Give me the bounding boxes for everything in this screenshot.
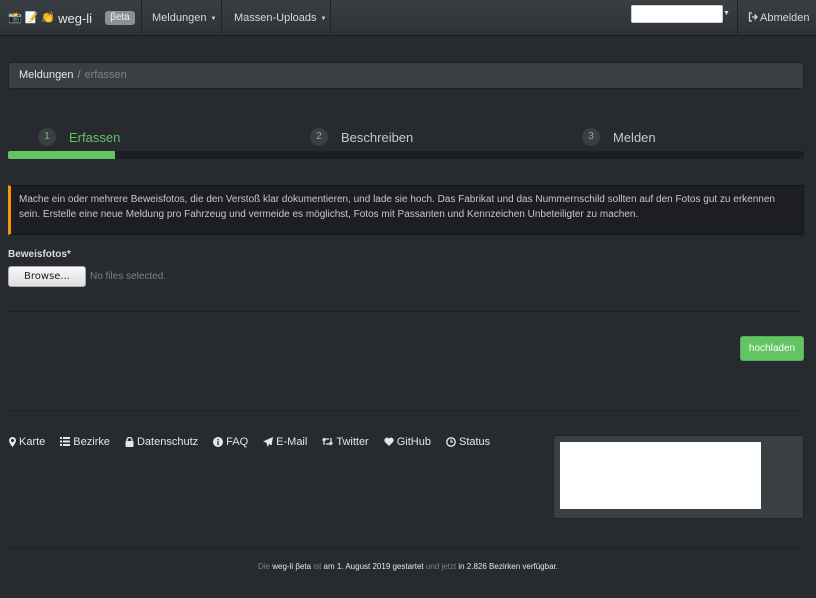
footer-link-label: Status [458, 435, 491, 448]
footer-link-label: Twitter [336, 435, 369, 448]
step-capture: 1 Erfassen [38, 128, 120, 146]
clock-icon [446, 436, 456, 447]
photos-field-label: Beweisfotos* [8, 249, 71, 260]
memo-icon: 📝 [24, 12, 39, 24]
reports-menu[interactable]: Meldungen ▼ [152, 0, 216, 36]
footer-link-github[interactable]: GitHub [384, 436, 431, 448]
caret-down-icon: ▼ [210, 16, 217, 22]
form-divider [8, 311, 804, 312]
step-number: 1 [38, 128, 56, 146]
navbar: 📸 📝 👏 weg-li βeta Meldungen ▼ Massen-Uplo… [0, 0, 816, 36]
clapping-hands-icon: 👏 [41, 12, 56, 24]
logout-link[interactable]: Abmelden [748, 0, 810, 36]
info-circle-icon [213, 436, 224, 447]
caret-down-icon: ▼ [320, 16, 327, 22]
step-number: 3 [582, 128, 600, 146]
logout-label: Abmelden [760, 12, 810, 24]
tagline-part: jetzt [441, 562, 457, 571]
instructions-alert: Mache ein oder mehrere Beweisfotos, die … [8, 185, 804, 235]
no-files-text: No files selected. [90, 271, 167, 282]
tagline-launch-date: am 1. August 2019 gestartet [323, 562, 424, 571]
step-label: Melden [613, 129, 656, 145]
breadcrumb: Meldungen / erfassen [8, 62, 804, 89]
footer-link-label: FAQ [226, 435, 249, 448]
district-map[interactable] [560, 442, 761, 509]
footer-link-districts[interactable]: Bezirke [60, 436, 110, 448]
step-describe: 2 Beschreiben [310, 128, 413, 146]
footer-link-map[interactable]: Karte [9, 436, 45, 448]
select-caret-icon: ▼ [723, 10, 730, 17]
bulk-upload-menu[interactable]: Massen-Uploads ▼ [234, 0, 327, 36]
step-number: 2 [310, 128, 328, 146]
language-select[interactable] [631, 5, 723, 23]
footer-link-privacy[interactable]: Datenschutz [125, 436, 198, 448]
tagline-district-count: in 2.826 Bezirken verfügbar [458, 562, 556, 571]
tagline-period: . [555, 562, 558, 571]
beta-badge: βeta [105, 11, 135, 25]
reports-menu-label: Meldungen [152, 12, 207, 24]
tagline-part: und [425, 562, 440, 571]
footer-link-label: Bezirke [73, 435, 110, 448]
nav-divider [141, 0, 142, 36]
footer-link-email[interactable]: E-Mail [263, 436, 307, 448]
footer-tagline: Die weg-li βeta ist am 1. August 2019 ge… [0, 562, 816, 571]
bottom-divider [8, 547, 804, 548]
retweet-icon [322, 437, 334, 446]
progress-bar-fill [8, 151, 116, 159]
breadcrumb-reports-link[interactable]: Meldungen [19, 69, 73, 81]
tagline-part: Die [257, 562, 270, 571]
footer-link-status[interactable]: Status [446, 436, 490, 448]
step-label: Erfassen [69, 129, 121, 145]
bulk-upload-menu-label: Massen-Uploads [234, 12, 317, 24]
tagline-part: ist [313, 562, 322, 571]
sign-out-icon [748, 12, 758, 22]
progress-bar [8, 151, 804, 159]
footer-link-label: Datenschutz [136, 435, 199, 448]
breadcrumb-current: erfassen [84, 69, 127, 81]
tagline-brand: weg-li βeta [272, 562, 312, 571]
brand-name: weg-li [58, 10, 93, 26]
nav-divider [737, 0, 738, 36]
footer-link-faq[interactable]: FAQ [213, 436, 248, 448]
step-label: Beschreiben [341, 129, 414, 145]
footer-link-twitter[interactable]: Twitter [322, 435, 369, 448]
footer-links: Karte Bezirke Datenschutz FAQ E-Mail Twi… [9, 435, 505, 448]
upload-button[interactable]: hochladen [740, 336, 804, 361]
camera-icon: 📸 [8, 12, 22, 24]
footer-link-label: Karte [19, 435, 46, 448]
heart-icon [384, 437, 394, 446]
map-marker-icon [9, 436, 16, 447]
footer-link-label: GitHub [396, 435, 431, 448]
step-report: 3 Melden [582, 128, 656, 146]
paper-plane-icon [263, 436, 274, 447]
lock-icon [125, 436, 134, 447]
district-map-panel [553, 435, 804, 519]
footer-divider [8, 410, 804, 411]
nav-divider [221, 0, 222, 36]
browse-files-button[interactable]: Browse... [8, 266, 86, 287]
breadcrumb-separator: / [77, 69, 81, 81]
brand-link[interactable]: 📸 📝 👏 weg-li βeta [8, 8, 135, 28]
nav-divider [330, 0, 331, 36]
footer-link-label: E-Mail [276, 435, 308, 448]
list-icon [60, 437, 71, 446]
